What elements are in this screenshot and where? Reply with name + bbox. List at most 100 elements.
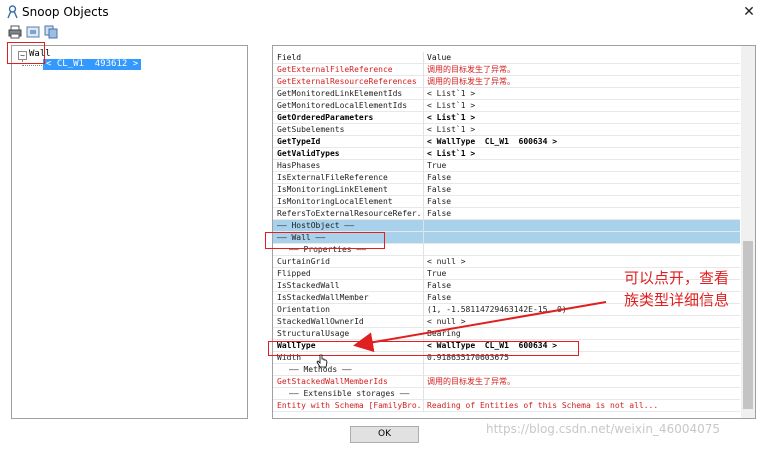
field-cell: IsMonitoringLinkElement xyxy=(277,185,388,194)
column-divider xyxy=(423,400,424,412)
column-divider xyxy=(423,124,424,136)
column-divider xyxy=(423,364,424,376)
value-cell: < List`1 > xyxy=(427,149,476,158)
grid-row[interactable]: —— Methods —— xyxy=(273,364,740,376)
field-cell: GetSubelements xyxy=(277,125,345,134)
column-divider xyxy=(423,292,424,304)
column-divider xyxy=(423,388,424,400)
column-divider xyxy=(423,52,424,64)
column-divider xyxy=(423,208,424,220)
field-cell: IsStackedWall xyxy=(277,281,340,290)
annotation-text: 可以点开，查看 族类型详细信息 xyxy=(624,269,730,309)
value-cell: 调用的目标发生了异常。 xyxy=(427,65,515,74)
hand-cursor-icon xyxy=(316,354,328,368)
grid-row[interactable]: GetExternalFileReference 调用的目标发生了异常。 xyxy=(273,64,740,76)
grid-row[interactable]: GetSubelements < List`1 > xyxy=(273,124,740,136)
column-divider xyxy=(423,76,424,88)
close-button[interactable]: ✕ xyxy=(732,0,766,24)
column-divider xyxy=(423,148,424,160)
copy-icon[interactable] xyxy=(44,25,58,39)
value-cell: < WallType CL_W1 600634 > xyxy=(427,137,558,146)
value-cell: < List`1 > xyxy=(427,125,476,134)
value-cell: False xyxy=(427,185,452,194)
field-cell: IsStackedWallMember xyxy=(277,293,369,302)
value-cell: Bearing xyxy=(427,329,461,338)
annotation-box-walltype xyxy=(268,341,579,356)
column-divider xyxy=(423,256,424,268)
grid-row[interactable]: GetTypeId < WallType CL_W1 600634 > xyxy=(273,136,740,148)
column-divider xyxy=(423,184,424,196)
grid-row[interactable]: GetMonitoredLocalElementIds < List`1 > xyxy=(273,100,740,112)
field-cell: RefersToExternalResourceRefer... xyxy=(277,209,421,218)
value-cell: < null > xyxy=(427,257,466,266)
field-cell: StackedWallOwnerId xyxy=(277,317,364,326)
watermark: https://blog.csdn.net/weixin_46004075 xyxy=(486,422,721,436)
annotation-box-tree xyxy=(7,42,45,64)
field-cell: —— Methods —— xyxy=(289,365,352,374)
column-divider xyxy=(423,328,424,340)
column-divider xyxy=(423,220,424,232)
grid-row[interactable]: RefersToExternalResourceRefer... False xyxy=(273,208,740,220)
column-divider xyxy=(423,160,424,172)
field-cell: GetExternalResourceReferences xyxy=(277,77,417,86)
grid-row[interactable]: GetValidTypes < List`1 > xyxy=(273,148,740,160)
vertical-scrollbar[interactable] xyxy=(741,46,755,418)
value-cell: < List`1 > xyxy=(427,113,476,122)
field-cell: Flipped xyxy=(277,269,311,278)
value-column-header: Value xyxy=(427,53,452,62)
app-icon xyxy=(7,5,18,19)
column-divider xyxy=(423,376,424,388)
print-preview-icon[interactable] xyxy=(26,25,40,39)
field-cell: CurtainGrid xyxy=(277,257,330,266)
toolbar xyxy=(0,25,766,41)
value-cell: < List`1 > xyxy=(427,89,476,98)
field-cell: IsExternalFileReference xyxy=(277,173,388,182)
column-divider xyxy=(423,232,424,244)
value-cell: False xyxy=(427,173,452,182)
value-cell: < null > xyxy=(427,317,466,326)
field-cell: IsMonitoringLocalElement xyxy=(277,197,393,206)
column-divider xyxy=(423,136,424,148)
field-cell: HasPhases xyxy=(277,161,321,170)
grid-row[interactable]: StackedWallOwnerId < null > xyxy=(273,316,740,328)
grid-row[interactable]: IsMonitoringLinkElement False xyxy=(273,184,740,196)
print-icon[interactable] xyxy=(8,25,22,39)
grid-row[interactable]: GetMonitoredLinkElementIds < List`1 > xyxy=(273,88,740,100)
grid-row[interactable]: HasPhases True xyxy=(273,160,740,172)
grid-row[interactable]: StructuralUsage Bearing xyxy=(273,328,740,340)
window-title: Snoop Objects xyxy=(22,5,109,19)
grid-row[interactable]: GetOrderedParameters < List`1 > xyxy=(273,112,740,124)
tree-connector xyxy=(22,65,42,66)
field-cell: —— Extensible storages —— xyxy=(289,389,410,398)
field-cell: StructuralUsage xyxy=(277,329,350,338)
ok-button[interactable]: OK xyxy=(350,426,419,443)
grid-row[interactable]: —— Extensible storages —— xyxy=(273,388,740,400)
grid-row[interactable]: —— HostObject —— xyxy=(273,220,740,232)
value-cell: Reading of Entities of this Schema is no… xyxy=(427,401,659,410)
field-cell: Orientation xyxy=(277,305,330,314)
column-divider xyxy=(423,244,424,256)
column-divider xyxy=(423,196,424,208)
object-tree[interactable]: − Wall < CL_W1 493612 > xyxy=(11,45,248,419)
grid-row[interactable]: GetExternalResourceReferences 调用的目标发生了异常。 xyxy=(273,76,740,88)
value-cell: 调用的目标发生了异常。 xyxy=(427,77,515,86)
column-divider xyxy=(423,268,424,280)
grid-row[interactable]: IsMonitoringLocalElement False xyxy=(273,196,740,208)
value-cell: False xyxy=(427,209,452,218)
grid-header: Field Value xyxy=(273,52,740,64)
column-divider xyxy=(423,316,424,328)
value-cell: < List`1 > xyxy=(427,101,476,110)
value-cell: 调用的目标发生了异常。 xyxy=(427,377,515,386)
annotation-box-wall xyxy=(265,232,385,249)
grid-row[interactable]: Entity with Schema [FamilyBro... Reading … xyxy=(273,400,740,412)
column-divider xyxy=(423,280,424,292)
grid-row[interactable]: GetStackedWallMemberIds 调用的目标发生了异常。 xyxy=(273,376,740,388)
column-divider xyxy=(423,304,424,316)
column-divider xyxy=(423,112,424,124)
field-cell: GetMonitoredLinkElementIds xyxy=(277,89,403,98)
field-cell: GetMonitoredLocalElementIds xyxy=(277,101,408,110)
tree-node-selected[interactable]: < CL_W1 493612 > xyxy=(43,59,142,70)
field-cell: —— HostObject —— xyxy=(277,221,355,230)
grid-row[interactable]: IsExternalFileReference False xyxy=(273,172,740,184)
field-column-header: Field xyxy=(277,53,302,62)
